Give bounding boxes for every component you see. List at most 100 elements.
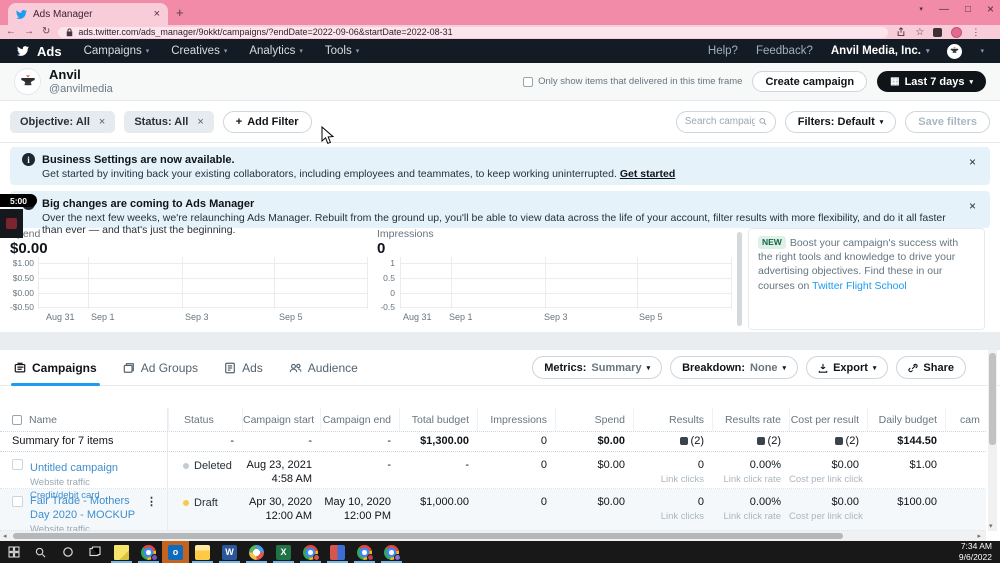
column-header-results-rate[interactable]: Results rate (712, 408, 789, 431)
feedback-link[interactable]: Feedback? (756, 45, 813, 57)
window-close-button[interactable]: × (987, 2, 994, 16)
taskbar-chrome-1[interactable] (135, 541, 162, 563)
new-tab-button[interactable]: + (176, 5, 184, 20)
delivered-checkbox[interactable] (523, 76, 534, 87)
vertical-scrollbar[interactable]: ▾ (988, 350, 997, 531)
address-bar[interactable]: ads.twitter.com/ads_manager/9okkt/campai… (58, 26, 889, 38)
add-filter-button[interactable]: + Add Filter (222, 110, 312, 133)
share-button[interactable]: Share (896, 356, 966, 379)
horizontal-scrollbar[interactable]: ◂ ▸ (0, 531, 986, 541)
get-started-link[interactable]: Get started (620, 168, 675, 180)
breakdown-button[interactable]: Breakdown: None ▾ (670, 356, 799, 379)
column-header-campaign-truncated[interactable]: cam (945, 408, 987, 431)
banner-close-icon[interactable]: × (969, 199, 976, 213)
taskbar-clock[interactable]: 7:34 AM 9/6/2022 (959, 541, 1000, 563)
browser-profile-avatar[interactable] (951, 26, 963, 38)
remove-filter-icon[interactable]: × (99, 116, 105, 128)
row-menu-icon[interactable]: ⋮ (146, 495, 157, 508)
delivered-filter[interactable]: Only show items that delivered in this t… (523, 76, 742, 87)
nav-tools[interactable]: Tools ▾ (325, 45, 359, 57)
window-maximize-button[interactable]: □ (965, 4, 971, 15)
select-all-checkbox[interactable] (12, 415, 22, 425)
side-panel-icon[interactable] (933, 27, 943, 37)
table-row[interactable]: Fair Trade - Mothers Day 2020 - MOCKUP W… (0, 489, 986, 548)
tab-campaigns[interactable]: Campaigns (11, 350, 100, 386)
start-button[interactable] (0, 541, 27, 563)
horizontal-scrollbar-thumb[interactable] (13, 533, 843, 539)
share-icon[interactable] (896, 27, 906, 37)
taskbar-pie-app[interactable] (243, 541, 270, 563)
table-row[interactable]: Untitled campaign Website traffic Credit… (0, 452, 986, 501)
save-filters-button[interactable]: Save filters (905, 110, 990, 133)
account-menu[interactable]: Anvil Media, Inc. ▾ (831, 45, 930, 57)
account-avatar[interactable] (947, 43, 963, 59)
column-header-impressions[interactable]: Impressions (477, 408, 555, 431)
search-campaigns-box[interactable] (675, 110, 776, 133)
account-header-avatar[interactable] (14, 68, 41, 95)
nav-creatives[interactable]: Creatives ▾ (171, 45, 227, 57)
export-button[interactable]: Export ▾ (806, 356, 889, 379)
window-minimize-button[interactable]: — (939, 4, 949, 15)
vertical-scrollbar-thumb[interactable] (989, 353, 996, 445)
screen: Ads Manager × + ▾ — □ × ← → ↻ ads.twitte… (0, 0, 1000, 563)
help-link[interactable]: Help? (708, 45, 738, 57)
taskbar-sticky-notes[interactable] (108, 541, 135, 563)
browser-menu-icon[interactable]: ⋮ (971, 27, 980, 38)
flight-school-link[interactable]: Twitter Flight School (812, 280, 907, 292)
tab-ads[interactable]: Ads (224, 350, 263, 386)
tab-audience[interactable]: Audience (289, 350, 358, 386)
column-header-spend[interactable]: Spend (555, 408, 633, 431)
flight-school-promo: NEW Boost your campaign's success with th… (748, 228, 985, 330)
banner-close-icon[interactable]: × (969, 155, 976, 169)
scroll-left-icon[interactable]: ◂ (3, 532, 7, 540)
column-header-status[interactable]: Status (168, 408, 242, 431)
tab-ad-groups[interactable]: Ad Groups (123, 350, 198, 386)
column-header-daily-budget[interactable]: Daily budget (867, 408, 945, 431)
recorder-widget[interactable] (0, 209, 23, 238)
browser-reload-button[interactable]: ↻ (42, 27, 50, 37)
tab-close-icon[interactable]: × (154, 8, 160, 20)
column-header-results[interactable]: Results (633, 408, 712, 431)
remove-filter-icon[interactable]: × (197, 116, 203, 128)
tab-search-icon[interactable]: ▾ (919, 5, 923, 13)
taskbar-app-9[interactable] (324, 541, 351, 563)
column-header-campaign-start[interactable]: Campaign start (242, 408, 320, 431)
scroll-right-icon[interactable]: ▸ (977, 532, 981, 540)
filters-default-button[interactable]: Filters: Default ▾ (784, 110, 897, 133)
ads-brand[interactable]: Ads (16, 44, 62, 59)
nav-campaigns[interactable]: Campaigns ▾ (84, 45, 150, 57)
taskbar-chrome-4[interactable] (378, 541, 405, 563)
row-checkbox[interactable] (12, 459, 23, 470)
date-range-button[interactable]: ▦ Last 7 days ▾ (877, 71, 986, 92)
filter-chip-objective[interactable]: Objective: All × (10, 110, 116, 133)
taskbar-chrome-2[interactable] (297, 541, 324, 563)
filter-chip-status[interactable]: Status: All × (124, 110, 214, 133)
plus-icon: + (235, 115, 243, 128)
row-checkbox[interactable] (12, 496, 23, 507)
taskbar-outlook[interactable]: o (162, 541, 189, 563)
taskbar-excel[interactable]: X (270, 541, 297, 563)
task-view-button[interactable] (81, 541, 108, 563)
browser-tab[interactable]: Ads Manager × (8, 3, 168, 25)
column-header-name[interactable]: Name (0, 408, 168, 431)
taskbar-word[interactable]: W (216, 541, 243, 563)
browser-forward-button[interactable]: → (24, 27, 34, 37)
campaign-name-link[interactable]: Fair Trade - Mothers Day 2020 - MOCKUP (30, 495, 149, 523)
nav-analytics[interactable]: Analytics ▾ (249, 45, 303, 57)
column-header-campaign-end[interactable]: Campaign end (320, 408, 399, 431)
campaign-name-link[interactable]: Untitled campaign (30, 462, 118, 474)
search-input[interactable] (684, 116, 756, 127)
taskbar-chrome-3[interactable] (351, 541, 378, 563)
column-header-total-budget[interactable]: Total budget (399, 408, 477, 431)
scroll-down-icon[interactable]: ▾ (989, 522, 993, 530)
column-header-cost-per-result[interactable]: Cost per result (789, 408, 867, 431)
taskbar-search-button[interactable] (27, 541, 54, 563)
browser-back-button[interactable]: ← (6, 27, 16, 37)
cortana-button[interactable] (54, 541, 81, 563)
create-campaign-button[interactable]: Create campaign (752, 71, 868, 92)
bookmark-star-icon[interactable]: ☆ (915, 27, 924, 38)
chevron-down-icon[interactable]: ▾ (980, 47, 984, 55)
metrics-scrollbar[interactable] (737, 232, 742, 326)
metrics-summary-button[interactable]: Metrics: Summary ▾ (532, 356, 663, 379)
taskbar-file-explorer[interactable] (189, 541, 216, 563)
